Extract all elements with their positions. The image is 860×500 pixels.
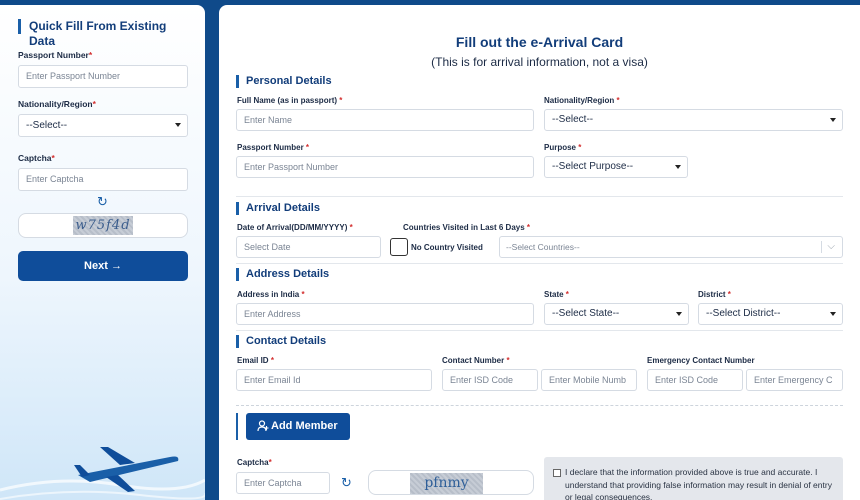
separator xyxy=(821,241,822,253)
qf-nationality-label: Nationality/Region* xyxy=(18,99,96,109)
next-button[interactable]: Next → xyxy=(18,251,188,281)
caret-down-icon xyxy=(830,312,836,316)
email-label: Email ID * xyxy=(237,356,274,365)
caret-down-icon xyxy=(675,165,681,169)
countries-visited-label: Countries Visited in Last 6 Days * xyxy=(403,223,531,232)
qf-nationality-value: --Select-- xyxy=(26,120,68,131)
add-member-label: Add Member xyxy=(271,420,338,432)
add-user-icon xyxy=(257,420,269,432)
purpose-label: Purpose * xyxy=(544,143,582,152)
state-select[interactable]: --Select State-- xyxy=(544,303,689,325)
declaration-checkbox[interactable] xyxy=(553,469,561,477)
address-label: Address in India * xyxy=(237,290,305,299)
refresh-icon[interactable]: ↻ xyxy=(18,195,187,209)
mobile-number-input[interactable]: Enter Mobile Numb xyxy=(541,369,637,391)
full-name-label: Full Name (as in passport) * xyxy=(237,96,343,105)
emergency-isd-input[interactable]: Enter ISD Code xyxy=(647,369,743,391)
section-contact-details: Contact Details xyxy=(236,335,326,348)
qf-nationality-select[interactable]: --Select-- xyxy=(18,114,188,137)
qf-captcha-image-box: w75f4d xyxy=(18,213,188,238)
qf-captcha-input[interactable]: Enter Captcha xyxy=(18,168,188,191)
required-asterisk: * xyxy=(92,99,96,109)
quick-fill-title: Quick Fill From Existing Data xyxy=(18,19,187,48)
page-title: Fill out the e-Arrival Card xyxy=(455,34,624,50)
divider xyxy=(236,330,843,331)
arrival-date-input[interactable]: Select Date xyxy=(236,236,381,258)
district-value: --Select District-- xyxy=(706,308,781,319)
caret-down-icon xyxy=(676,312,682,316)
captcha-image: w75f4d xyxy=(73,216,133,235)
accent-bar xyxy=(236,413,238,440)
address-input[interactable]: Enter Address xyxy=(236,303,534,325)
district-label: District * xyxy=(698,290,731,299)
divider xyxy=(236,196,843,197)
emergency-number-input[interactable]: Enter Emergency C xyxy=(746,369,843,391)
purpose-select[interactable]: --Select Purpose-- xyxy=(544,156,688,178)
captcha-input[interactable]: Enter Captcha xyxy=(236,472,330,494)
declaration-text: I declare that the information provided … xyxy=(565,467,832,500)
passport-label: Passport Number * xyxy=(237,143,310,152)
purpose-value: --Select Purpose-- xyxy=(552,161,634,172)
nationality-label: Nationality/Region * xyxy=(544,96,620,105)
contact-number-label: Contact Number * xyxy=(442,356,510,365)
nationality-select[interactable]: --Select-- xyxy=(544,109,843,131)
qf-captcha-label: Captcha* xyxy=(18,153,55,163)
arrival-date-label: Date of Arrival(DD/MM/YYYY) * xyxy=(237,223,353,232)
isd-code-input[interactable]: Enter ISD Code xyxy=(442,369,538,391)
airplane-illustration xyxy=(0,447,205,500)
state-label: State * xyxy=(544,290,569,299)
qf-passport-input[interactable]: Enter Passport Number xyxy=(18,65,188,88)
passport-input[interactable]: Enter Passport Number xyxy=(236,156,534,178)
declaration-box: I declare that the information provided … xyxy=(544,457,843,500)
quick-fill-panel: Quick Fill From Existing Data Passport N… xyxy=(0,5,205,500)
state-value: --Select State-- xyxy=(552,308,620,319)
no-country-label: No Country Visited xyxy=(411,243,483,252)
email-input[interactable]: Enter Email Id xyxy=(236,369,432,391)
countries-placeholder: --Select Countries-- xyxy=(506,242,580,252)
qf-passport-label: Passport Number* xyxy=(18,50,93,60)
full-name-input[interactable]: Enter Name xyxy=(236,109,534,131)
dashed-divider xyxy=(236,405,843,406)
captcha-image-box: pfnmy xyxy=(368,470,534,495)
chevron-down-icon: ⌵ xyxy=(827,241,835,252)
captcha-label: Captcha* xyxy=(237,458,272,467)
countries-multiselect[interactable]: --Select Countries-- ⌵ xyxy=(499,236,843,258)
captcha-image: pfnmy xyxy=(410,473,483,494)
arrival-card-form: Fill out the e-Arrival Card (This is for… xyxy=(219,5,860,500)
page-subtitle: (This is for arrival information, not a … xyxy=(431,55,648,69)
district-select[interactable]: --Select District-- xyxy=(698,303,843,325)
divider xyxy=(236,263,843,264)
required-asterisk: * xyxy=(88,50,93,60)
nationality-value: --Select-- xyxy=(552,114,594,125)
required-asterisk: * xyxy=(51,153,55,163)
section-address-details: Address Details xyxy=(236,268,329,281)
section-arrival-details: Arrival Details xyxy=(236,202,320,215)
caret-down-icon xyxy=(830,118,836,122)
no-country-checkbox[interactable] xyxy=(390,238,408,256)
refresh-icon[interactable]: ↻ xyxy=(341,475,352,491)
section-personal-details: Personal Details xyxy=(236,75,332,88)
add-member-button[interactable]: Add Member xyxy=(246,413,350,440)
caret-down-icon xyxy=(175,123,181,127)
emergency-contact-label: Emergency Contact Number xyxy=(647,356,755,365)
